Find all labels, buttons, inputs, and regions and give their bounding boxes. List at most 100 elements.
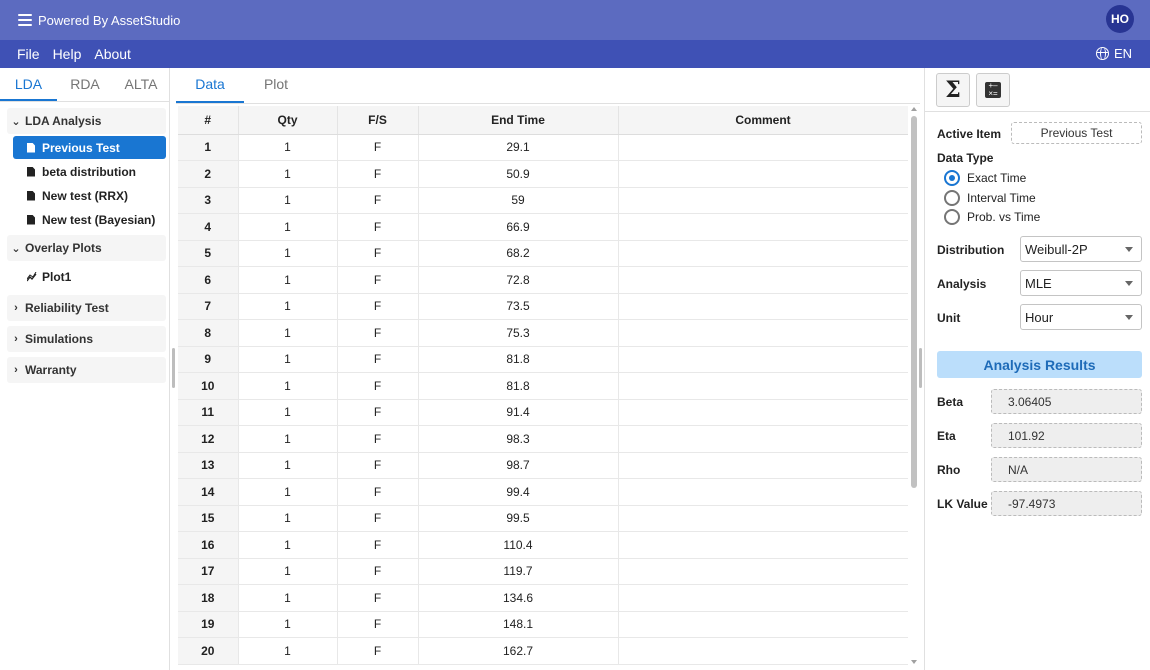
cell-index[interactable]: 18 bbox=[178, 584, 239, 612]
tab-plot[interactable]: Plot bbox=[244, 68, 308, 103]
cell-comment[interactable] bbox=[618, 558, 908, 585]
cell-fs[interactable]: F bbox=[337, 425, 419, 453]
tab-rda[interactable]: RDA bbox=[57, 68, 113, 101]
cell-qty[interactable]: 1 bbox=[238, 213, 338, 241]
cell-index[interactable]: 1 bbox=[178, 134, 239, 161]
radio-interval-time[interactable]: Interval Time bbox=[944, 190, 1036, 206]
tree-item-previous-test[interactable]: Previous Test bbox=[13, 136, 166, 159]
distribution-select[interactable]: Weibull-2P bbox=[1020, 236, 1142, 262]
table-row[interactable]: 14 1 F 99.4 bbox=[178, 478, 908, 506]
cell-end-time[interactable]: 81.8 bbox=[418, 346, 619, 373]
cell-index[interactable]: 15 bbox=[178, 505, 239, 532]
cell-fs[interactable]: F bbox=[337, 558, 419, 585]
cell-end-time[interactable]: 134.6 bbox=[418, 584, 619, 612]
cell-index[interactable]: 12 bbox=[178, 425, 239, 453]
cell-comment[interactable] bbox=[618, 346, 908, 373]
cell-qty[interactable]: 1 bbox=[238, 346, 338, 373]
table-row[interactable]: 16 1 F 110.4 bbox=[178, 531, 908, 559]
table-row[interactable]: 17 1 F 119.7 bbox=[178, 558, 908, 585]
cell-end-time[interactable]: 91.4 bbox=[418, 399, 619, 426]
tree-item-new-test-bayesian[interactable]: New test (Bayesian) bbox=[13, 208, 166, 231]
cell-end-time[interactable]: 99.5 bbox=[418, 505, 619, 532]
table-row[interactable]: 2 1 F 50.9 bbox=[178, 160, 908, 188]
scroll-up-arrow-icon[interactable] bbox=[911, 107, 917, 111]
table-row[interactable]: 11 1 F 91.4 bbox=[178, 399, 908, 426]
table-row[interactable]: 10 1 F 81.8 bbox=[178, 372, 908, 400]
cell-qty[interactable]: 1 bbox=[238, 611, 338, 638]
cell-qty[interactable]: 1 bbox=[238, 372, 338, 400]
scrollbar-thumb[interactable] bbox=[911, 116, 917, 488]
column-header-qty[interactable]: Qty bbox=[238, 106, 338, 135]
table-row[interactable]: 8 1 F 75.3 bbox=[178, 319, 908, 347]
cell-index[interactable]: 14 bbox=[178, 478, 239, 506]
column-header-comment[interactable]: Comment bbox=[618, 106, 908, 135]
tab-data[interactable]: Data bbox=[176, 68, 244, 103]
cell-end-time[interactable]: 98.7 bbox=[418, 452, 619, 479]
cell-index[interactable]: 17 bbox=[178, 558, 239, 585]
table-row[interactable]: 12 1 F 98.3 bbox=[178, 425, 908, 453]
cell-comment[interactable] bbox=[618, 266, 908, 294]
hamburger-menu-icon[interactable] bbox=[18, 14, 32, 26]
cell-qty[interactable]: 1 bbox=[238, 452, 338, 479]
cell-qty[interactable]: 1 bbox=[238, 425, 338, 453]
cell-index[interactable]: 11 bbox=[178, 399, 239, 426]
cell-comment[interactable] bbox=[618, 319, 908, 347]
table-row[interactable]: 4 1 F 66.9 bbox=[178, 213, 908, 241]
radio-exact-time[interactable]: Exact Time bbox=[944, 170, 1026, 186]
column-header-index[interactable]: # bbox=[178, 106, 239, 135]
cell-comment[interactable] bbox=[618, 240, 908, 267]
group-simulations[interactable]: › Simulations bbox=[7, 326, 166, 352]
cell-fs[interactable]: F bbox=[337, 134, 419, 161]
table-row[interactable]: 5 1 F 68.2 bbox=[178, 240, 908, 267]
cell-qty[interactable]: 1 bbox=[238, 319, 338, 347]
tree-item-new-test-rrx[interactable]: New test (RRX) bbox=[13, 184, 166, 207]
cell-index[interactable]: 3 bbox=[178, 187, 239, 214]
cell-end-time[interactable]: 66.9 bbox=[418, 213, 619, 241]
table-row[interactable]: 15 1 F 99.5 bbox=[178, 505, 908, 532]
cell-comment[interactable] bbox=[618, 134, 908, 161]
cell-qty[interactable]: 1 bbox=[238, 637, 338, 665]
cell-fs[interactable]: F bbox=[337, 372, 419, 400]
cell-end-time[interactable]: 50.9 bbox=[418, 160, 619, 188]
cell-comment[interactable] bbox=[618, 293, 908, 320]
menu-file[interactable]: File bbox=[17, 46, 40, 62]
cell-qty[interactable]: 1 bbox=[238, 240, 338, 267]
tab-alta[interactable]: ALTA bbox=[113, 68, 169, 101]
menu-about[interactable]: About bbox=[94, 46, 131, 62]
radio-prob-vs-time[interactable]: Prob. vs Time bbox=[944, 209, 1040, 225]
cell-qty[interactable]: 1 bbox=[238, 293, 338, 320]
table-row[interactable]: 20 1 F 162.7 bbox=[178, 637, 908, 665]
cell-index[interactable]: 5 bbox=[178, 240, 239, 267]
cell-end-time[interactable]: 148.1 bbox=[418, 611, 619, 638]
cell-comment[interactable] bbox=[618, 584, 908, 612]
cell-end-time[interactable]: 119.7 bbox=[418, 558, 619, 585]
cell-comment[interactable] bbox=[618, 505, 908, 532]
cell-qty[interactable]: 1 bbox=[238, 266, 338, 294]
cell-fs[interactable]: F bbox=[337, 505, 419, 532]
cell-fs[interactable]: F bbox=[337, 187, 419, 214]
cell-fs[interactable]: F bbox=[337, 637, 419, 665]
cell-index[interactable]: 9 bbox=[178, 346, 239, 373]
table-row[interactable]: 3 1 F 59 bbox=[178, 187, 908, 214]
cell-end-time[interactable]: 81.8 bbox=[418, 372, 619, 400]
cell-comment[interactable] bbox=[618, 399, 908, 426]
calculator-button[interactable]: +– ×= bbox=[976, 72, 1010, 107]
unit-select[interactable]: Hour bbox=[1020, 304, 1142, 330]
cell-comment[interactable] bbox=[618, 372, 908, 400]
cell-end-time[interactable]: 73.5 bbox=[418, 293, 619, 320]
cell-qty[interactable]: 1 bbox=[238, 399, 338, 426]
cell-fs[interactable]: F bbox=[337, 213, 419, 241]
cell-comment[interactable] bbox=[618, 160, 908, 188]
cell-index[interactable]: 16 bbox=[178, 531, 239, 559]
cell-fs[interactable]: F bbox=[337, 531, 419, 559]
group-warranty[interactable]: › Warranty bbox=[7, 357, 166, 383]
table-row[interactable]: 19 1 F 148.1 bbox=[178, 611, 908, 638]
cell-index[interactable]: 13 bbox=[178, 452, 239, 479]
panel-resize-handle[interactable] bbox=[919, 348, 922, 388]
cell-fs[interactable]: F bbox=[337, 319, 419, 347]
cell-comment[interactable] bbox=[618, 531, 908, 559]
cell-end-time[interactable]: 59 bbox=[418, 187, 619, 214]
cell-index[interactable]: 8 bbox=[178, 319, 239, 347]
cell-index[interactable]: 7 bbox=[178, 293, 239, 320]
cell-comment[interactable] bbox=[618, 425, 908, 453]
